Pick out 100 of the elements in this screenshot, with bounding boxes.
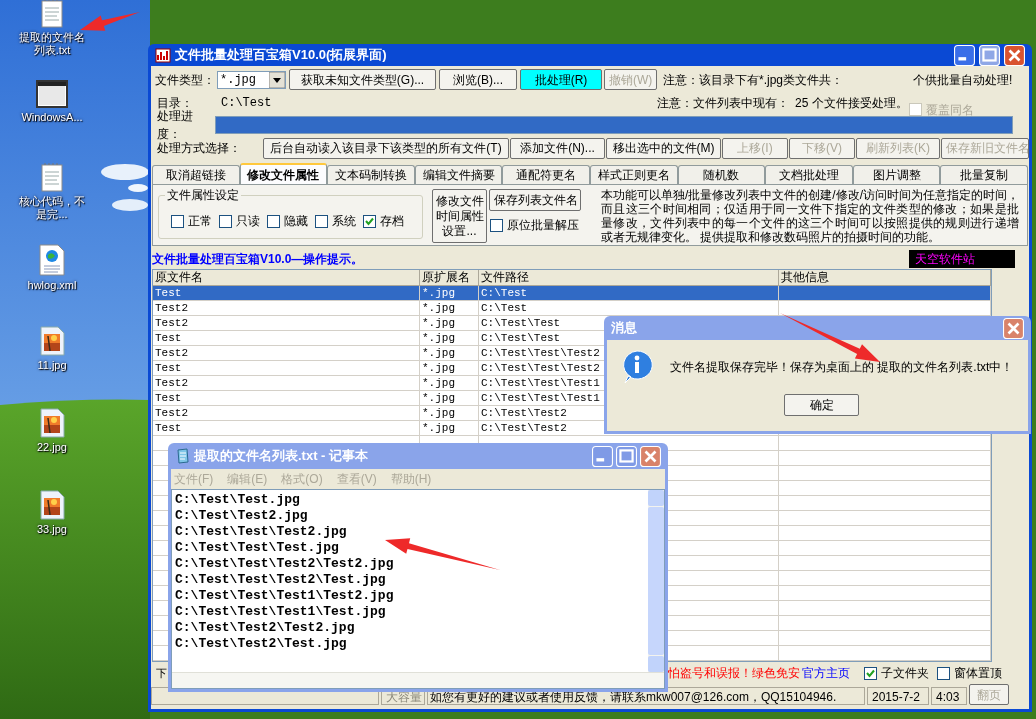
table-cell: Test2 [153, 316, 420, 331]
table-cell: Test [153, 421, 420, 436]
table-cell: *.jpg [420, 301, 479, 316]
button[interactable]: 移出选中的文件(M) [606, 137, 721, 159]
icon-label[interactable]: 核心代码，不是完... [14, 195, 90, 221]
site-badge: 天空软件站 [909, 250, 1015, 268]
window-icon[interactable] [36, 80, 68, 108]
vertical-scrollbar[interactable] [648, 490, 664, 672]
table-cell: Test [153, 391, 420, 406]
column-header[interactable]: 原扩展名 [420, 270, 479, 286]
text-line: C:\Test\Test.jpg [175, 492, 300, 508]
checkbox[interactable] [219, 214, 232, 228]
table-cell: *.jpg [420, 376, 479, 391]
icon-label[interactable]: WindowsA... [14, 111, 90, 124]
column-header[interactable]: 文件路径 [479, 270, 779, 286]
button[interactable]: 确定 [784, 394, 859, 416]
file-type-dropdown[interactable]: *.jpg [217, 70, 286, 89]
tab[interactable]: 样式正则更名 [589, 165, 678, 184]
table-cell: Test2 [153, 346, 420, 361]
maximize-button[interactable] [979, 44, 1000, 66]
table-cell: *.jpg [420, 316, 479, 331]
notepad-icon [175, 448, 191, 464]
icon-label[interactable]: 33.jpg [14, 523, 90, 536]
annotation-arrow [80, 12, 140, 31]
text-line: C:\Test\Test2\Test2.jpg [175, 620, 355, 636]
table-cell: *.jpg [420, 286, 479, 301]
text-line: C:\Test\Test\Test.jpg [175, 540, 339, 556]
text-line: C:\Test\Test2\Test.jpg [175, 636, 347, 652]
checkbox-label: 正常 [188, 213, 212, 230]
tab[interactable]: 取消超链接 [152, 165, 240, 184]
button[interactable]: 批处理(R) [520, 69, 602, 90]
checkbox-label: 存档 [380, 213, 404, 230]
image-file-icon[interactable] [39, 408, 65, 438]
text-line: C:\Test\Test\Test1\Test.jpg [175, 604, 386, 620]
time-settings-button[interactable]: 修改文件时间属性设置... [432, 189, 487, 243]
hint-text: 文件批量处理百宝箱V10.0—操作提示。 [151, 251, 365, 268]
table-cell: Test2 [153, 406, 420, 421]
table-cell: *.jpg [420, 421, 479, 436]
tab[interactable]: 修改文件属性 [239, 163, 328, 184]
tab[interactable]: 文本码制转换 [327, 165, 415, 184]
warning-text: 怕盗号和误报！绿色免安 [668, 665, 800, 682]
checkbox-label: 子文件夹 [881, 665, 929, 682]
description-text: 本功能可以单独/批量修改列表中文件的创建/修改/访问时间为任意指定的时间，而且这三个时间相同；仅适用于同一文件下指定的文件类型的修改；如果是批量修改，文件列表中的每一个文件的这三个时间可以按照提供的规则进行递增或者无规律变化。 提供提取和修改数码照片的拍摄时间的功能。 [601, 188, 1019, 244]
text-file-icon[interactable] [39, 0, 65, 28]
checkbox[interactable] [363, 214, 376, 228]
notice-text: 注意：该目录下有*.jpg类文件共： [663, 71, 845, 89]
text-line: C:\Test\Test2.jpg [175, 508, 308, 524]
checkbox-label: 系统 [332, 213, 356, 230]
button[interactable]: 保存列表文件名 [489, 189, 581, 211]
window-title: 文件批量处理百宝箱V10.0(拓展界面) [175, 46, 388, 65]
checkbox-label: 原位批量解压 [507, 217, 579, 234]
table-cell: Test [153, 361, 420, 376]
checkbox[interactable] [864, 666, 877, 680]
directory-value: C:\Test [221, 94, 273, 112]
horizontal-scrollbar[interactable] [172, 672, 664, 688]
button[interactable]: 后台自动读入该目录下该类型的所有文件(T) [263, 137, 509, 159]
field-label: 目录： [156, 94, 194, 110]
text-file-icon[interactable] [39, 162, 65, 192]
button[interactable]: 添加文件(N)... [510, 137, 605, 159]
tab[interactable]: 随机数 [677, 165, 766, 184]
text-line: C:\Test\Test\Test1\Test2.jpg [175, 588, 394, 604]
notice-text: 个供批量自动处理! [913, 71, 1013, 89]
field-label: 处理方式选择： [156, 140, 242, 157]
notice-text: 注意：文件列表中现有： [657, 94, 789, 112]
tab[interactable]: 编辑文件摘要 [414, 165, 503, 184]
button[interactable]: 获取未知文件类型(G)... [289, 69, 436, 90]
checkbox[interactable] [267, 214, 280, 228]
homepage-link[interactable]: 官方主页 [802, 664, 864, 682]
checkbox-label: 覆盖同名 [926, 101, 974, 119]
field-label: 文件类型： [154, 71, 216, 89]
table-cell: *.jpg [420, 406, 479, 421]
group-title: 文件属性设定 [165, 188, 241, 202]
checkbox[interactable] [937, 666, 950, 680]
footer-text: 下 [156, 665, 167, 681]
icon-label[interactable]: 提取的文件名列表.txt [14, 31, 90, 57]
table-cell: Test [153, 331, 420, 346]
tab[interactable]: 文档批处理 [765, 165, 853, 184]
table-cell: *.jpg [420, 331, 479, 346]
tab[interactable]: 图片调整 [852, 165, 941, 184]
caret-icon[interactable] [269, 71, 285, 88]
notice-text: 25 个文件接受处理。 [795, 94, 905, 112]
tab[interactable]: 批量复制 [940, 165, 1028, 184]
xml-file-icon[interactable] [38, 244, 66, 276]
info-icon [621, 350, 653, 384]
table-row[interactable]: Test *.jpg C:\Test [153, 286, 991, 301]
image-file-icon[interactable] [39, 490, 65, 520]
button[interactable]: 浏览(B)... [439, 69, 517, 90]
status-time: 4:03 [931, 687, 967, 705]
close-button[interactable] [1004, 44, 1025, 66]
minimize-button[interactable] [954, 44, 975, 66]
text-line: C:\Test\Test\Test2.jpg [175, 524, 347, 540]
tab[interactable]: 通配符更名 [502, 165, 590, 184]
image-file-icon[interactable] [39, 326, 65, 356]
column-header[interactable]: 原文件名 [153, 270, 420, 286]
checkbox[interactable] [171, 214, 184, 228]
checkbox[interactable] [315, 214, 328, 228]
table-cell: C:\Test [479, 286, 779, 301]
checkbox[interactable] [490, 218, 503, 232]
text-line: C:\Test\Test\Test2\Test.jpg [175, 572, 386, 588]
column-header[interactable]: 其他信息 [779, 270, 991, 286]
